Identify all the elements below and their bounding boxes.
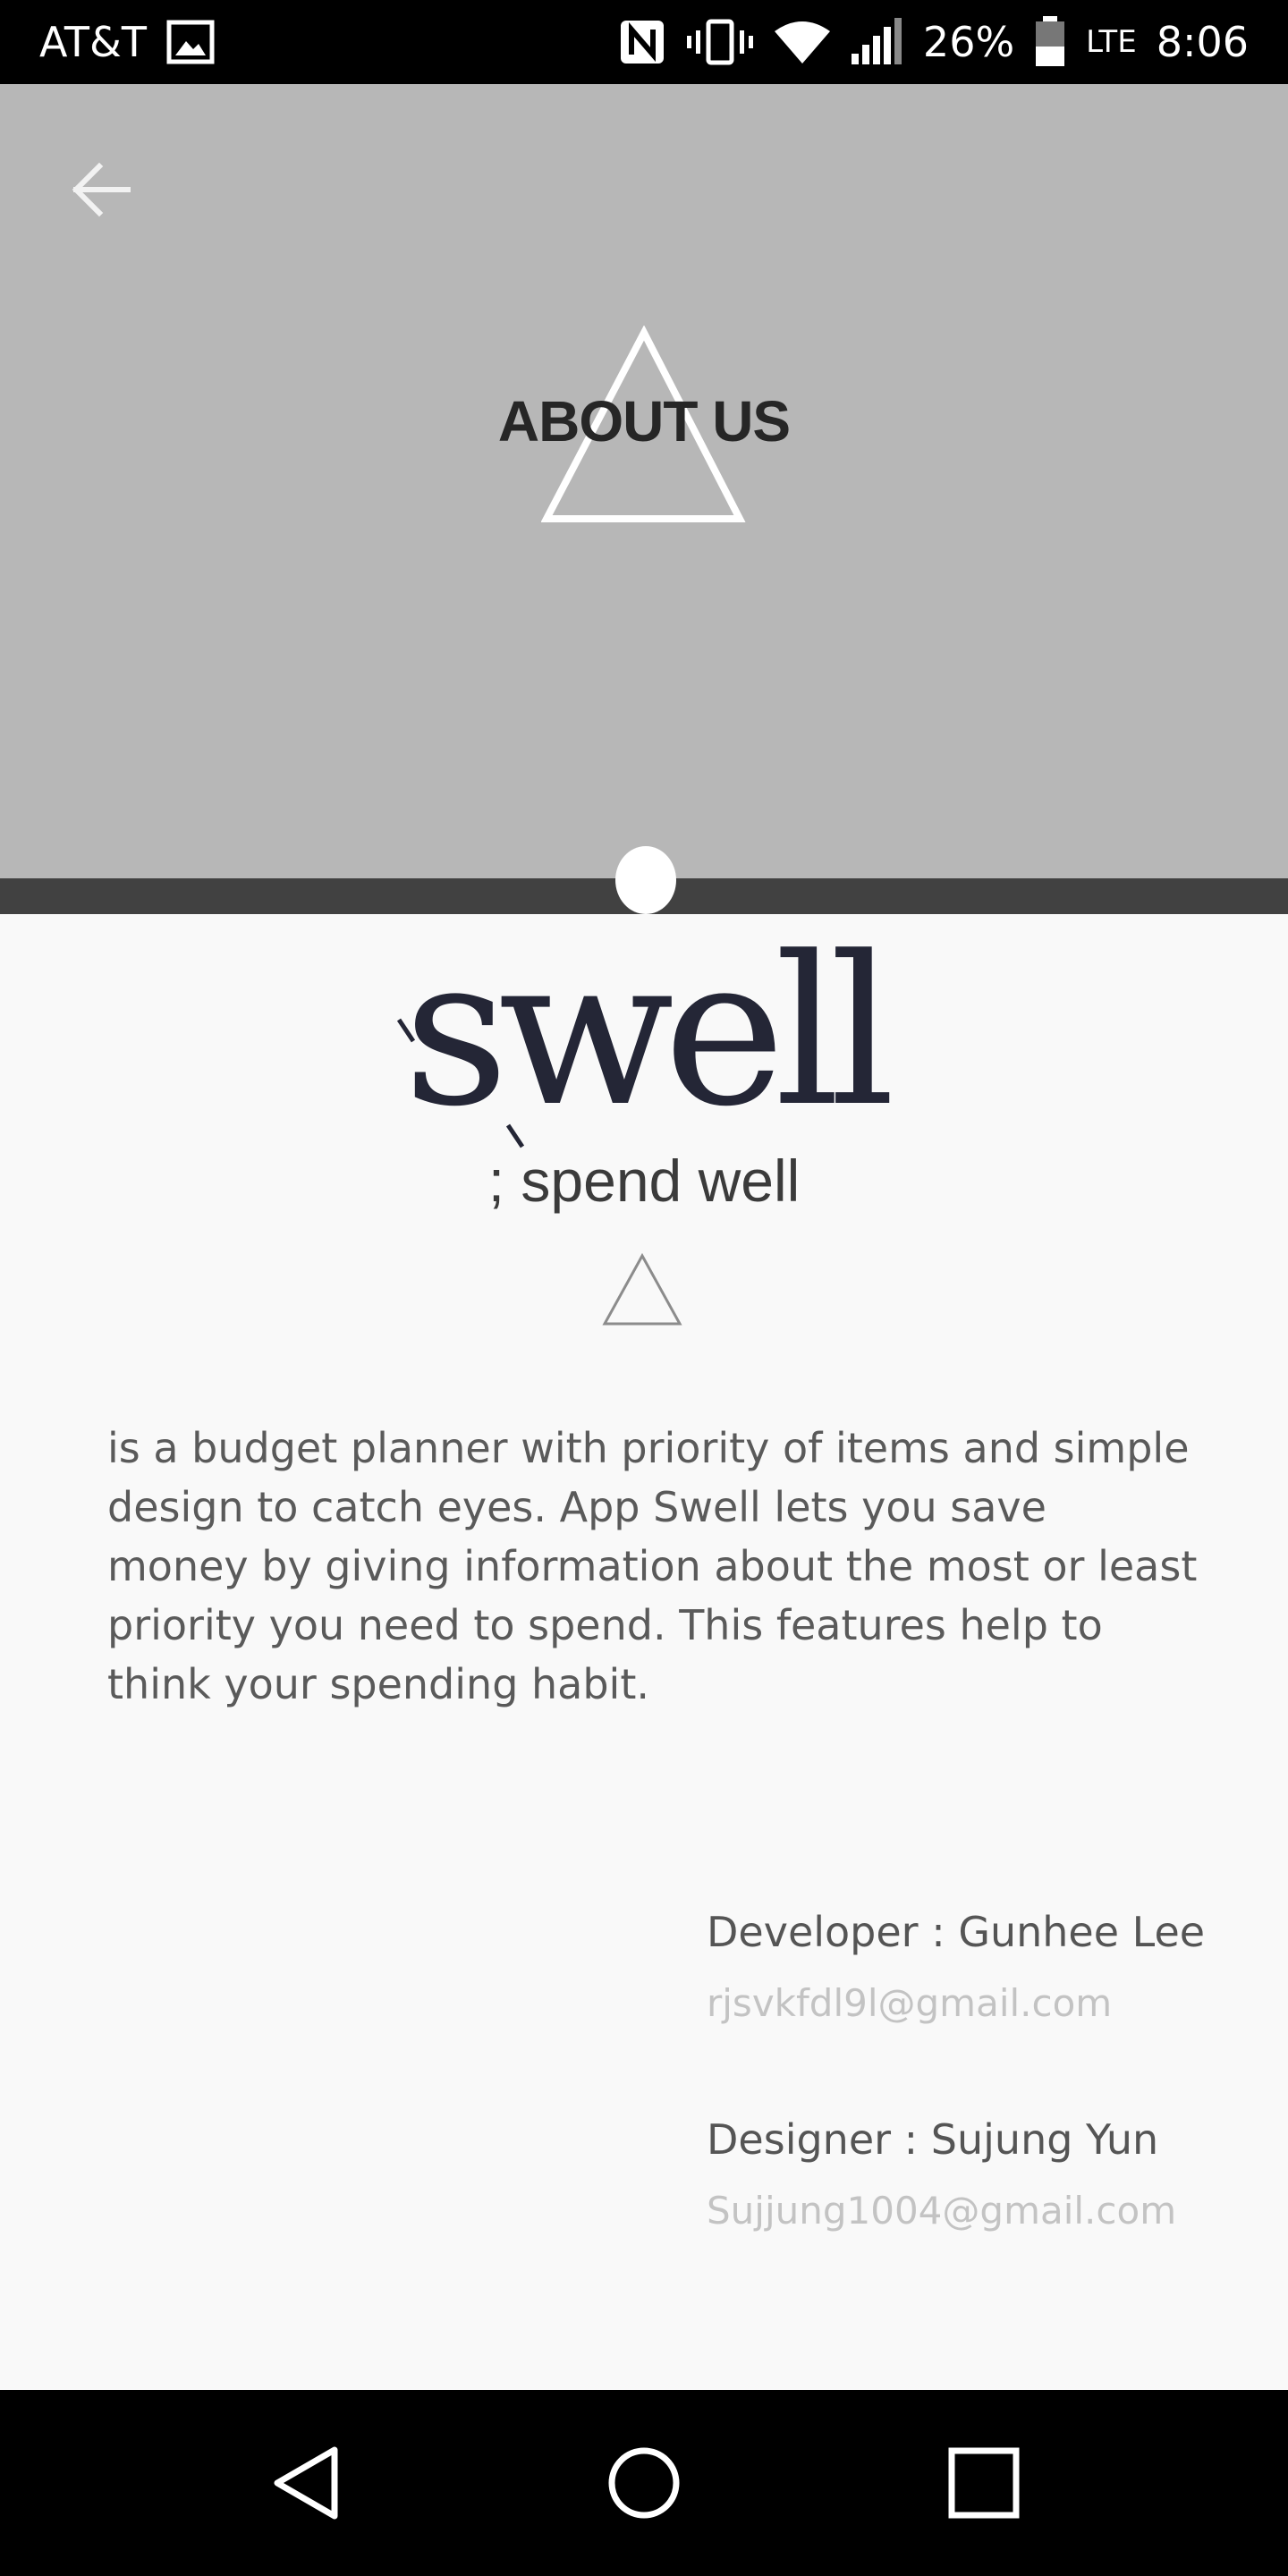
image-icon <box>166 20 215 64</box>
designer-credit: Designer : Sujung Yun <box>707 2115 1159 2164</box>
home-circle-icon <box>608 2447 680 2519</box>
page-indicator-dot <box>615 846 676 914</box>
nav-back-button[interactable] <box>259 2436 352 2529</box>
developer-credit: Developer : Gunhee Lee <box>707 1908 1206 1956</box>
page-title: ABOUT US <box>497 389 791 453</box>
network-type-label: LTE <box>1086 24 1137 60</box>
status-bar-right: 26% LTE 8:06 <box>617 16 1249 68</box>
designer-email[interactable]: Sujjung1004@gmail.com <box>707 2175 1261 2247</box>
triangle-divider-icon <box>602 1252 682 1326</box>
nav-home-button[interactable] <box>597 2436 691 2529</box>
logo-accent-mark <box>397 1018 416 1043</box>
back-triangle-icon <box>274 2446 338 2520</box>
nav-recents-button[interactable] <box>937 2436 1030 2529</box>
about-banner: ABOUT US <box>0 84 1288 878</box>
recents-square-icon <box>948 2447 1020 2519</box>
status-bar: AT&T 26% LTE 8:06 <box>0 0 1288 84</box>
nfc-icon <box>617 17 667 67</box>
app-description: is a budget planner with priority of ite… <box>107 1424 1198 1708</box>
developer-email[interactable]: rjsvkfdl9l@gmail.com <box>707 1968 1261 2039</box>
app-tagline: ; spend well <box>487 1148 801 1214</box>
status-bar-left: AT&T <box>39 18 215 66</box>
clock: 8:06 <box>1156 18 1249 66</box>
arrow-left-icon <box>72 162 131 217</box>
battery-percent: 26% <box>922 18 1015 66</box>
credits-section: Developer : Gunhee Lee rjsvkfdl9l@gmail.… <box>707 1896 1261 2311</box>
system-navigation-bar <box>0 2390 1288 2576</box>
vibrate-icon <box>686 18 753 66</box>
carrier-label: AT&T <box>39 18 147 66</box>
app-logo-word: swell <box>402 913 895 1152</box>
wifi-icon <box>773 19 832 65</box>
back-button[interactable] <box>64 154 136 225</box>
battery-icon <box>1034 16 1066 68</box>
signal-icon <box>851 18 903 66</box>
